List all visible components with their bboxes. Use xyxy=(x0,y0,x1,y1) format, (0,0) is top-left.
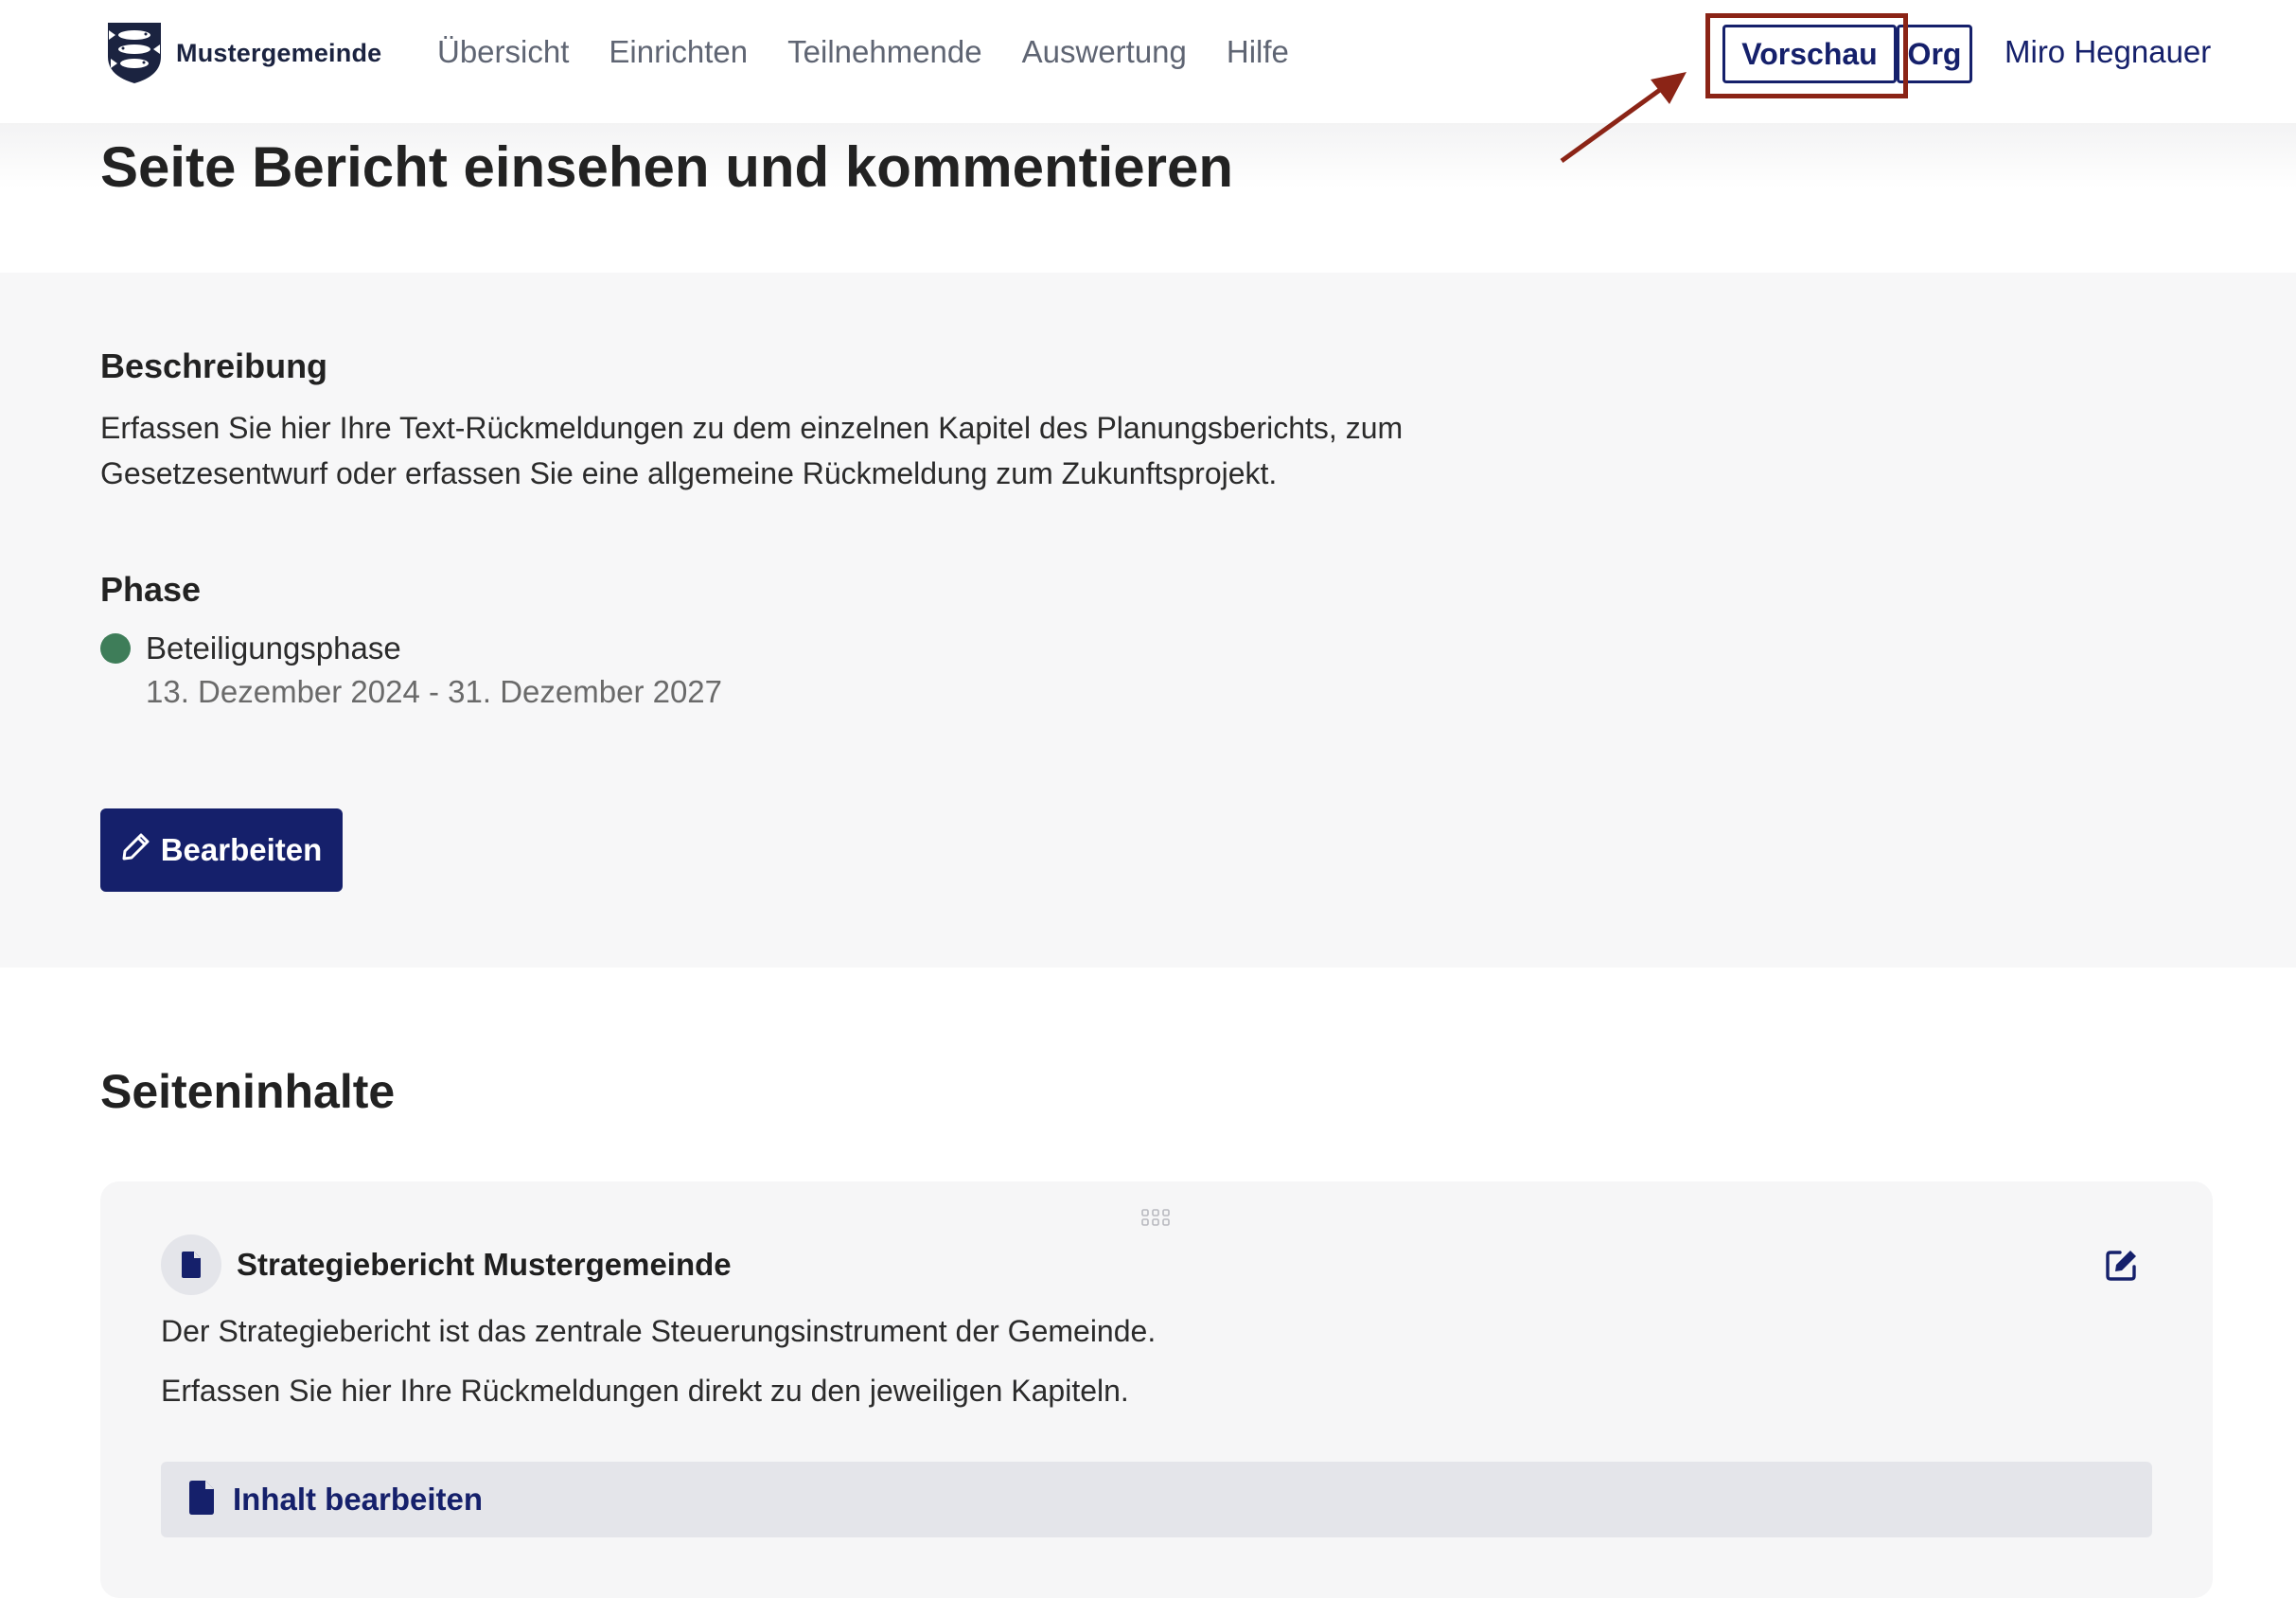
content-card-title: Strategiebericht Mustergemeinde xyxy=(237,1247,732,1282)
page-title-band: Seite Bericht einsehen und kommentieren xyxy=(0,123,2296,273)
description-text: Erfassen Sie hier Ihre Text-Rückmeldunge… xyxy=(100,411,1404,490)
page-info-section: Beschreibung Erfassen Sie hier Ihre Text… xyxy=(0,273,2296,968)
coat-of-arms-icon xyxy=(106,21,163,85)
edit-square-icon[interactable] xyxy=(2105,1248,2139,1287)
edit-page-button[interactable]: Bearbeiten xyxy=(100,808,343,892)
edit-content-button-label: Inhalt bearbeiten xyxy=(233,1482,484,1517)
phase-row: Beteiligungsphase xyxy=(100,630,401,666)
page-contents-heading: Seiteninhalte xyxy=(100,1065,396,1118)
content-card: Strategiebericht Mustergemeinde Der Stra… xyxy=(100,1181,2213,1598)
logo-text: Mustergemeinde xyxy=(176,38,382,67)
document-icon xyxy=(161,1234,221,1295)
preview-button[interactable]: Vorschau xyxy=(1722,25,1897,83)
nav-item-hilfe[interactable]: Hilfe xyxy=(1227,34,1289,70)
page-title: Seite Bericht einsehen und kommentieren xyxy=(100,135,1233,199)
drag-handle-icon[interactable] xyxy=(1141,1208,1170,1232)
edit-content-button[interactable]: Inhalt bearbeiten xyxy=(161,1462,2152,1537)
content-card-header: Strategiebericht Mustergemeinde xyxy=(161,1234,732,1295)
top-navigation: Mustergemeinde Übersicht Einrichten Teil… xyxy=(0,0,2296,164)
nav-item-auswertung[interactable]: Auswertung xyxy=(1022,34,1187,70)
nav-item-teilnehmende[interactable]: Teilnehmende xyxy=(787,34,981,70)
org-button[interactable]: Org xyxy=(1897,25,1972,83)
content-card-text-line-1: Der Strategiebericht ist das zentrale St… xyxy=(161,1314,1157,1348)
phase-status-dot xyxy=(100,633,131,664)
logo[interactable]: Mustergemeinde xyxy=(106,21,381,85)
content-card-text-line-2: Erfassen Sie hier Ihre Rückmeldungen dir… xyxy=(161,1374,1129,1408)
description-heading: Beschreibung xyxy=(100,346,328,385)
main-nav: Übersicht Einrichten Teilnehmende Auswer… xyxy=(437,34,1329,70)
edit-page-button-label: Bearbeiten xyxy=(160,832,323,867)
user-menu[interactable]: Miro Hegnauer xyxy=(2005,34,2211,70)
nav-item-uebersicht[interactable]: Übersicht xyxy=(437,34,569,70)
phase-name: Beteiligungsphase xyxy=(146,630,401,666)
phase-heading: Phase xyxy=(100,570,202,609)
phase-dates: 13. Dezember 2024 - 31. Dezember 2027 xyxy=(146,674,723,709)
pencil-icon xyxy=(121,831,161,869)
document-icon xyxy=(187,1480,216,1520)
nav-item-einrichten[interactable]: Einrichten xyxy=(609,34,748,70)
